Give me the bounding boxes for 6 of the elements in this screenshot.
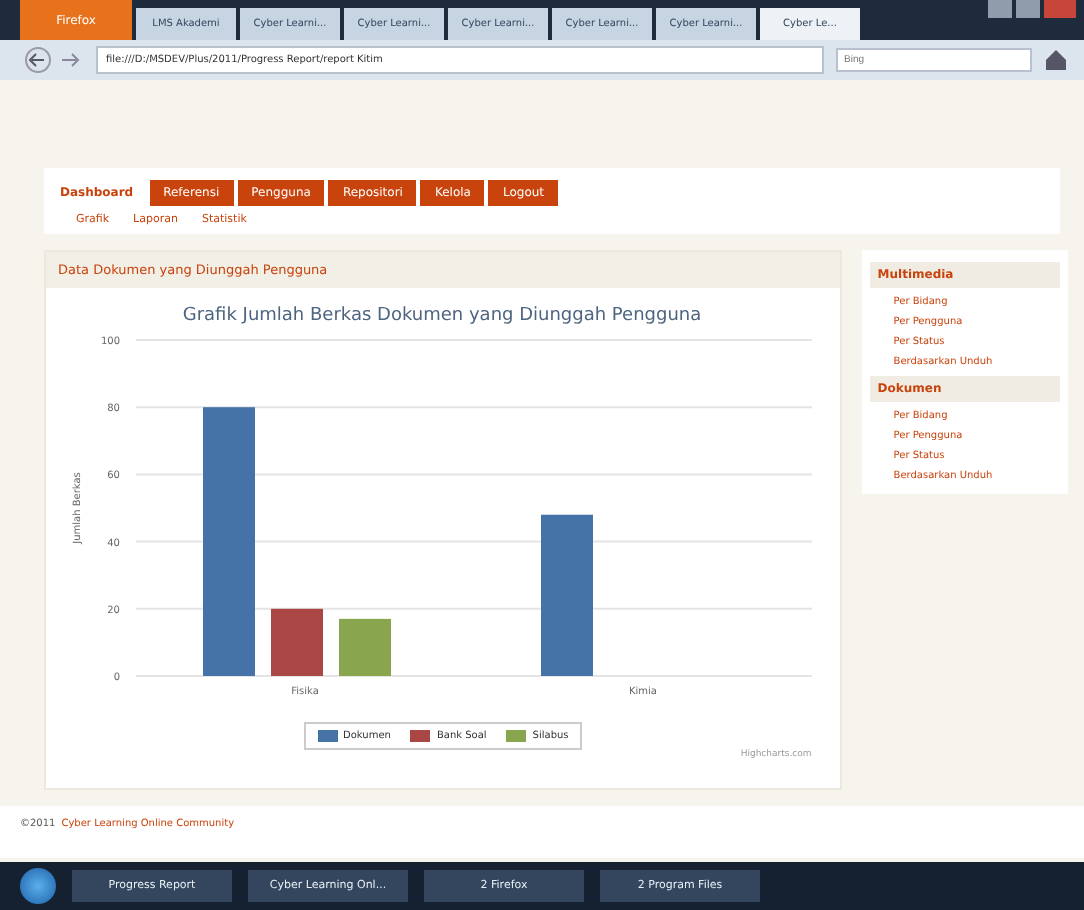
chart-bar	[271, 608, 324, 676]
back-forward-icon[interactable]	[24, 46, 84, 74]
chart-title: Grafik Jumlah Berkas Dokumen yang Diunggah Pengguna	[183, 306, 703, 326]
home-icon[interactable]	[1044, 48, 1068, 72]
chart-bar	[339, 618, 392, 676]
start-button-icon[interactable]	[20, 868, 56, 904]
